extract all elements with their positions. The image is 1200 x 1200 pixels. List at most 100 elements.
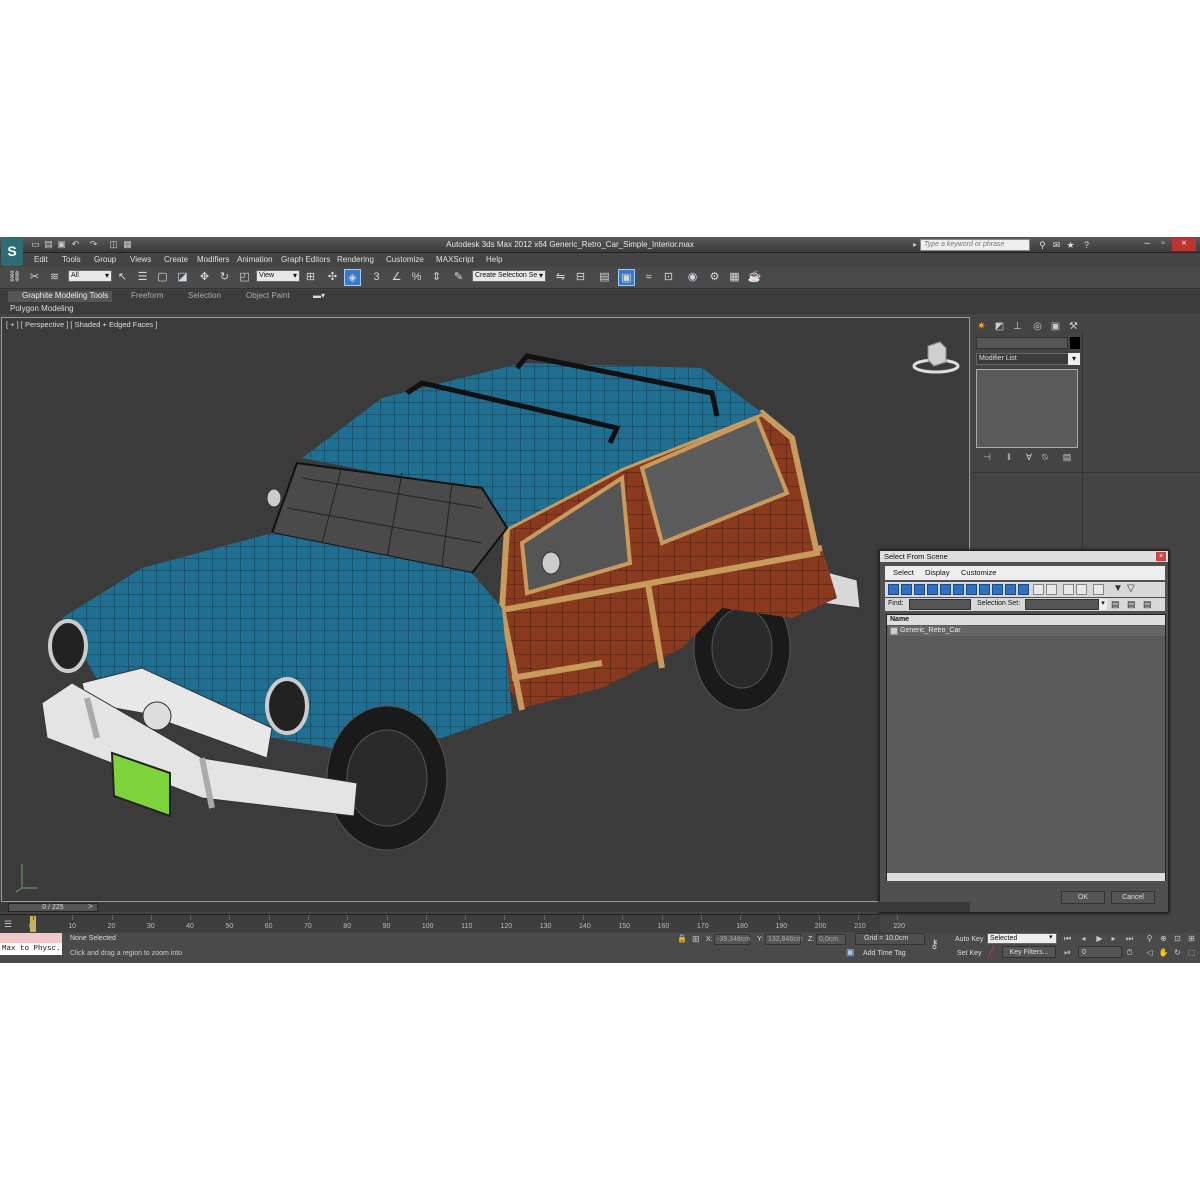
x-coordinate-field[interactable]: -39,348cm bbox=[714, 934, 750, 945]
selection-set-dropdown[interactable] bbox=[1025, 599, 1099, 610]
menu-modifiers[interactable]: Modifiers bbox=[197, 255, 229, 264]
zoom-all-icon[interactable]: ⊕ bbox=[1158, 933, 1169, 944]
window-crossing-icon[interactable]: ◪ bbox=[174, 269, 191, 286]
display-tab-icon[interactable]: ▣ bbox=[1048, 319, 1063, 334]
key-filters-button[interactable]: Key Filters... bbox=[1002, 946, 1056, 958]
menu-create[interactable]: Create bbox=[164, 255, 188, 264]
perspective-viewport[interactable]: [ + ] [ Perspective ] [ Shaded + Edged F… bbox=[1, 317, 970, 902]
maximize-viewport-icon[interactable]: ⬚ bbox=[1186, 947, 1197, 958]
ref-coord-dropdown[interactable]: View bbox=[256, 270, 300, 282]
remove-selection-set-icon[interactable]: ▤ bbox=[1127, 599, 1136, 610]
y-coordinate-field[interactable]: 132,846cm bbox=[765, 934, 803, 945]
angle-snap-icon[interactable]: ∠ bbox=[388, 269, 405, 286]
utilities-tab-icon[interactable]: ⚒ bbox=[1066, 319, 1081, 334]
create-selection-set-icon[interactable]: ▤ bbox=[1111, 599, 1120, 610]
chevron-down-icon[interactable]: ▾ bbox=[1099, 599, 1107, 610]
pin-stack-icon[interactable]: ⊣ bbox=[980, 452, 994, 464]
percent-snap-icon[interactable]: % bbox=[408, 269, 425, 286]
zoom-extents-icon[interactable]: ⊡ bbox=[1172, 933, 1183, 944]
unlink-icon[interactable]: ✂ bbox=[26, 269, 43, 286]
tab-freeform[interactable]: Freeform bbox=[131, 291, 163, 302]
graphite-toggle-icon[interactable]: ▣ bbox=[618, 269, 635, 286]
tab-selection[interactable]: Selection bbox=[188, 291, 221, 302]
open-icon[interactable]: ▤ bbox=[43, 239, 54, 250]
communication-center-icon[interactable]: ✉ bbox=[1050, 239, 1063, 251]
display-lights-icon[interactable] bbox=[914, 584, 925, 595]
track-bar[interactable]: ☰ 0 10 20 30 40 50 60 70 80 90 100 110 120 130 140 150 1… bbox=[0, 914, 905, 932]
select-by-name-icon[interactable]: ☰ bbox=[134, 269, 151, 286]
filter-options-icon[interactable]: ▽ bbox=[1127, 583, 1135, 594]
help-icon[interactable]: ? bbox=[1080, 239, 1093, 251]
tab-object-paint[interactable]: Object Paint bbox=[246, 291, 290, 302]
select-manipulate-icon[interactable]: ✣ bbox=[324, 269, 341, 286]
render-production-icon[interactable]: ☕ bbox=[746, 269, 763, 286]
close-icon[interactable]: × bbox=[1156, 552, 1166, 561]
keyboard-shortcut-override-icon[interactable]: ◈ bbox=[344, 269, 361, 286]
binoculars-icon[interactable]: ⚲ bbox=[1036, 239, 1049, 251]
next-key-icon[interactable]: ▸ bbox=[1108, 933, 1119, 944]
next-frame-icon[interactable]: > bbox=[88, 902, 93, 911]
select-all-icon[interactable] bbox=[1033, 584, 1044, 595]
set-key-icon[interactable]: ╱ bbox=[988, 947, 994, 958]
dialog-menu-customize[interactable]: Customize bbox=[961, 568, 996, 577]
modifier-list-dropdown[interactable]: Modifier List bbox=[976, 353, 1080, 365]
render-setup-icon[interactable]: ⚙ bbox=[706, 269, 723, 286]
configure-modifier-sets-icon[interactable]: ▤ bbox=[1060, 452, 1074, 464]
dialog-menu-select[interactable]: Select bbox=[893, 568, 914, 577]
select-none-icon[interactable] bbox=[1046, 584, 1057, 595]
named-selection-dropdown[interactable]: Create Selection Se bbox=[472, 270, 546, 282]
snap-toggle-icon[interactable]: 3 bbox=[368, 269, 385, 286]
menu-rendering[interactable]: Rendering bbox=[337, 255, 374, 264]
maxscript-input[interactable]: Max to Physc. bbox=[0, 943, 62, 955]
menu-group[interactable]: Group bbox=[94, 255, 116, 264]
hold-icon[interactable]: ◫ bbox=[108, 239, 119, 250]
pan-view-icon[interactable]: ✋ bbox=[1158, 947, 1169, 958]
column-header-name[interactable]: Name bbox=[887, 615, 1165, 625]
layer-manager-icon[interactable]: ▤ bbox=[596, 269, 613, 286]
add-to-selection-set-icon[interactable]: ▤ bbox=[1143, 599, 1152, 610]
rendered-frame-window-icon[interactable]: ▦ bbox=[726, 269, 743, 286]
display-xrefs-icon[interactable] bbox=[979, 584, 990, 595]
menu-graph-editors[interactable]: Graph Editors bbox=[281, 255, 330, 264]
filter-icon[interactable]: ▼ bbox=[1113, 583, 1123, 594]
align-icon[interactable]: ⊟ bbox=[572, 269, 589, 286]
minimize-button[interactable]: – bbox=[1140, 238, 1154, 251]
previous-frame-icon[interactable]: ◂ bbox=[1078, 933, 1089, 944]
menu-maxscript[interactable]: MAXScript bbox=[436, 255, 474, 264]
display-geometry-icon[interactable] bbox=[888, 584, 899, 595]
object-list[interactable]: Name Generic_Retro_Car bbox=[886, 614, 1166, 881]
display-containers-icon[interactable] bbox=[1005, 584, 1016, 595]
menu-edit[interactable]: Edit bbox=[34, 255, 48, 264]
remove-modifier-icon[interactable]: ⍉ bbox=[1038, 452, 1052, 464]
display-groups-icon[interactable] bbox=[966, 584, 977, 595]
ribbon-options-icon[interactable]: ▬▾ bbox=[313, 291, 325, 302]
edit-named-selection-icon[interactable]: ✎ bbox=[450, 269, 467, 286]
time-tag-icon[interactable]: ▣ bbox=[846, 947, 855, 958]
zoom-icon[interactable]: ⚲ bbox=[1144, 933, 1155, 944]
auto-key-button[interactable]: Auto Key bbox=[955, 936, 983, 943]
app-logo-icon[interactable]: S bbox=[1, 238, 23, 266]
object-name-field[interactable] bbox=[976, 337, 1068, 349]
scale-icon[interactable]: ◰ bbox=[236, 269, 253, 286]
lock-selection-icon[interactable]: 🔒 bbox=[677, 934, 687, 943]
menu-help[interactable]: Help bbox=[486, 255, 502, 264]
select-invert-icon[interactable] bbox=[1063, 584, 1074, 595]
horizontal-scrollbar[interactable] bbox=[887, 873, 1165, 881]
pivot-center-icon[interactable]: ⊞ bbox=[302, 269, 319, 286]
hierarchy-tab-icon[interactable]: ⊥ bbox=[1010, 319, 1025, 334]
maxscript-listener[interactable] bbox=[0, 933, 62, 943]
go-to-end-icon[interactable]: ⏭ bbox=[1124, 933, 1135, 944]
find-input[interactable] bbox=[909, 599, 971, 610]
viewcube-icon[interactable] bbox=[912, 338, 960, 374]
selection-filter-dropdown[interactable]: All bbox=[68, 270, 112, 282]
redo-icon[interactable]: ↷ bbox=[88, 239, 99, 250]
search-input[interactable]: Type a keyword or phrase bbox=[920, 239, 1030, 251]
field-of-view-icon[interactable]: ◁ bbox=[1144, 947, 1155, 958]
display-helpers-icon[interactable] bbox=[940, 584, 951, 595]
display-shapes-icon[interactable] bbox=[901, 584, 912, 595]
save-icon[interactable]: ▣ bbox=[56, 239, 67, 250]
rotate-icon[interactable]: ↻ bbox=[216, 269, 233, 286]
new-icon[interactable]: ▭ bbox=[30, 239, 41, 250]
project-folder-icon[interactable]: ▦ bbox=[122, 239, 133, 250]
chevron-down-icon[interactable]: ▾ bbox=[1049, 933, 1053, 941]
